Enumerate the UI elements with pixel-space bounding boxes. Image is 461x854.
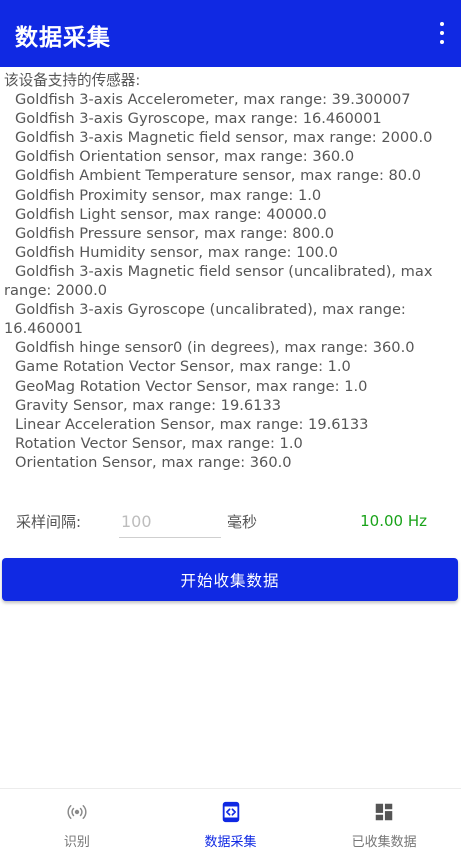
sampling-interval-label: 采样间隔: bbox=[16, 513, 82, 531]
sensor-list-item: Goldfish 3-axis Magnetic field sensor (u… bbox=[4, 262, 433, 300]
nav-label: 已收集数据 bbox=[351, 835, 417, 850]
interval-unit-label: 毫秒 bbox=[227, 513, 258, 531]
sampling-interval-input[interactable] bbox=[119, 505, 221, 538]
sensor-list-item: Game Rotation Vector Sensor, max range: … bbox=[15, 358, 351, 376]
data-collect-icon bbox=[222, 801, 239, 823]
sensor-list-item: Goldfish 3-axis Gyroscope (uncalibrated)… bbox=[4, 301, 406, 338]
signal-broadcast-icon bbox=[67, 805, 87, 819]
sensor-list-item: Goldfish Pressure sensor, max range: 800… bbox=[15, 224, 335, 242]
sensor-list-item: Goldfish 3-axis Gyroscope, max range: 16… bbox=[15, 110, 382, 128]
sensor-list-item: Goldfish Light sensor, max range: 40000.… bbox=[15, 205, 327, 223]
sensor-list-item: Orientation Sensor, max range: 360.0 bbox=[15, 453, 292, 471]
sensor-list-heading: 该设备支持的传感器: bbox=[4, 72, 141, 89]
nav-item-recognize[interactable]: 识别 bbox=[0, 789, 154, 854]
sensor-list-item: Goldfish hinge sensor0 (in degrees), max… bbox=[15, 339, 415, 357]
sensor-list-item: Gravity Sensor, max range: 19.6133 bbox=[15, 396, 282, 414]
sensor-list-item: Goldfish 3-axis Accelerometer, max range… bbox=[15, 91, 411, 109]
nav-item-data-collect[interactable]: 数据采集 bbox=[154, 789, 308, 854]
app-bar: 数据采集 bbox=[0, 0, 461, 67]
sensor-list-item: Goldfish Orientation sensor, max range: … bbox=[15, 148, 355, 166]
sensor-list-item: Goldfish Humidity sensor, max range: 100… bbox=[15, 243, 338, 261]
start-collect-button[interactable]: 开始收集数据 bbox=[2, 558, 458, 601]
nav-label: 识别 bbox=[63, 835, 90, 850]
sensor-list-item: Linear Acceleration Sensor, max range: 1… bbox=[15, 415, 369, 433]
sampling-interval-row: 采样间隔: 毫秒 10.00 Hz bbox=[0, 505, 461, 539]
sensor-list-item: Goldfish Ambient Temperature sensor, max… bbox=[15, 167, 421, 185]
sensor-list-item: Goldfish 3-axis Magnetic field sensor, m… bbox=[15, 129, 433, 147]
page-title: 数据采集 bbox=[15, 25, 111, 51]
more-vert-icon[interactable] bbox=[437, 22, 447, 44]
sensor-list[interactable]: 该设备支持的传感器: Goldfish 3-axis Accelerometer… bbox=[4, 71, 456, 495]
nav-label: 数据采集 bbox=[204, 835, 257, 850]
bottom-navigation: 识别 数据采集 已收集数据 bbox=[0, 788, 461, 854]
sampling-rate-value: 10.00 Hz bbox=[360, 512, 427, 530]
sensor-list-item: Rotation Vector Sensor, max range: 1.0 bbox=[15, 434, 303, 452]
dashboard-icon bbox=[375, 803, 393, 821]
nav-item-collected-data[interactable]: 已收集数据 bbox=[307, 789, 461, 854]
sensor-list-item: Goldfish Proximity sensor, max range: 1.… bbox=[15, 186, 322, 204]
sensor-list-item: GeoMag Rotation Vector Sensor, max range… bbox=[15, 377, 368, 395]
